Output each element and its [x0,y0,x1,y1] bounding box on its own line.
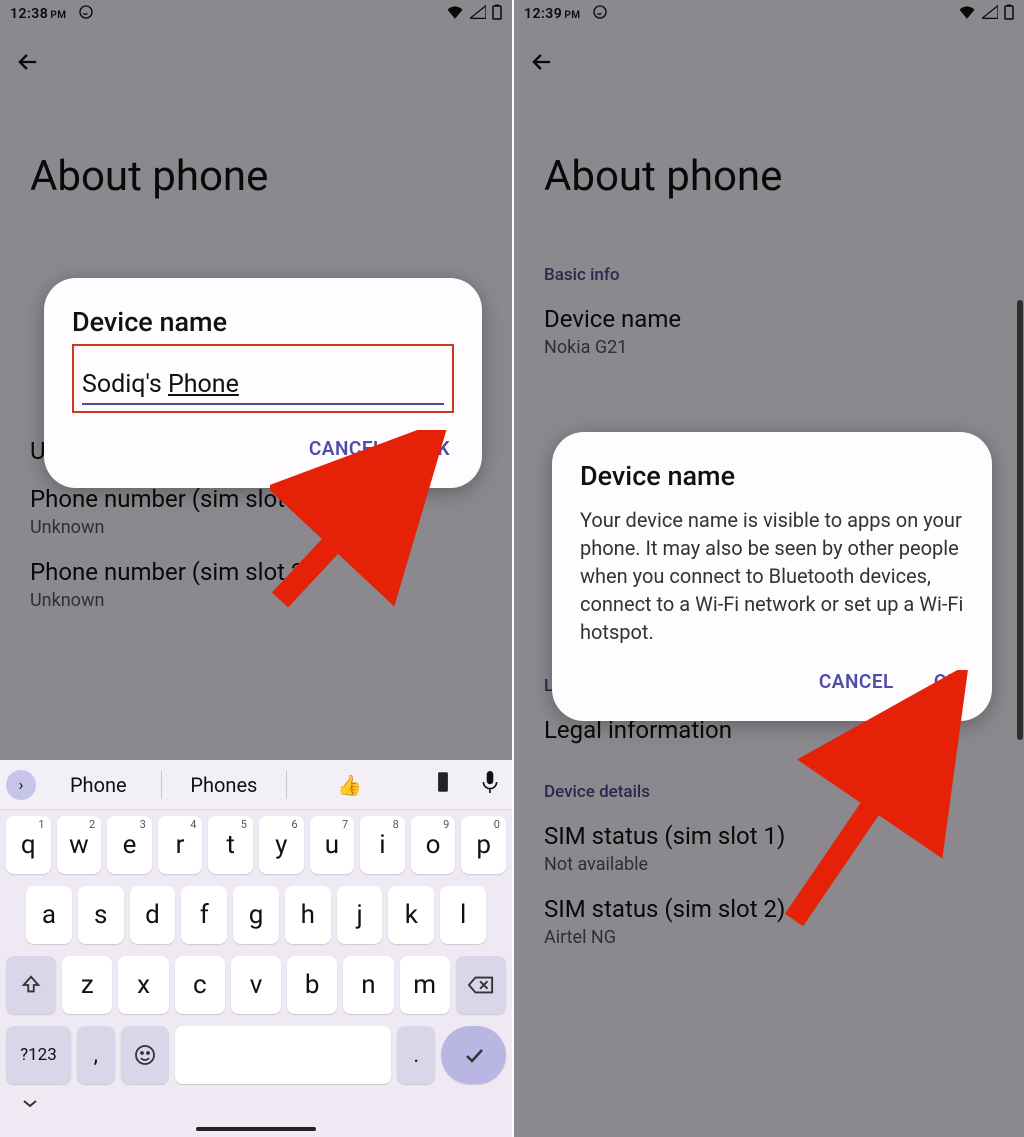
key-a[interactable]: a [26,886,72,944]
key-z[interactable]: z [62,956,112,1014]
microphone-icon[interactable] [474,771,506,799]
key-w[interactable]: w2 [57,816,102,874]
device-name-info-dialog: Device name Your device name is visible … [552,432,992,721]
key-h[interactable]: h [285,886,331,944]
screenshot-left: 12:38PM About phone User Experience Prog… [0,0,512,1137]
device-name-input[interactable]: Sodiq's Phone [80,366,446,409]
screenshot-right: 12:39PM About phone Basic info Device na… [512,0,1024,1137]
key-x[interactable]: x [118,956,168,1014]
key-c[interactable]: c [175,956,225,1014]
key-b[interactable]: b [287,956,337,1014]
key-y[interactable]: y6 [259,816,304,874]
input-value: Sodiq's Phone [82,370,239,399]
dialog-title: Device name [72,306,454,338]
device-name-dialog: Device name Sodiq's Phone CANCEL OK [44,278,482,488]
cancel-button[interactable]: CANCEL [309,437,384,460]
key-l[interactable]: l [440,886,486,944]
suggestion-bar: › Phone Phones 👍 [0,760,512,810]
key-o[interactable]: o9 [411,816,456,874]
numeric-key[interactable]: ?123 [6,1026,71,1084]
period-key[interactable]: . [397,1026,435,1084]
key-e[interactable]: e3 [107,816,152,874]
key-j[interactable]: j [337,886,383,944]
dialog-title: Device name [580,460,964,492]
cancel-button[interactable]: CANCEL [819,670,894,693]
key-t[interactable]: t5 [208,816,253,874]
keyboard-collapse-icon[interactable] [20,1094,40,1113]
chevron-right-icon[interactable]: › [6,770,36,800]
highlight-box: Sodiq's Phone [72,344,454,413]
key-n[interactable]: n [343,956,393,1014]
ok-button[interactable]: OK [424,437,450,460]
key-v[interactable]: v [231,956,281,1014]
ok-button[interactable]: OK [934,670,960,693]
emoji-key[interactable] [121,1026,170,1084]
backspace-key[interactable] [456,956,506,1014]
space-key[interactable] [175,1026,391,1084]
suggestion-emoji[interactable]: 👍 [287,773,412,797]
enter-key[interactable] [441,1026,506,1084]
key-p[interactable]: p0 [461,816,506,874]
suggestion-emoji[interactable] [412,771,474,798]
dialog-message: Your device name is visible to apps on y… [580,506,964,646]
keyboard[interactable]: › Phone Phones 👍 q1w2e3r4t5y6u7i8o9p0 as… [0,760,512,1137]
key-u[interactable]: u7 [310,816,355,874]
shift-key[interactable] [6,956,56,1014]
comma-key[interactable]: , [77,1026,115,1084]
key-k[interactable]: k [388,886,434,944]
key-m[interactable]: m [400,956,450,1014]
suggestion[interactable]: Phone [36,773,161,797]
key-g[interactable]: g [233,886,279,944]
key-i[interactable]: i8 [360,816,405,874]
key-q[interactable]: q1 [6,816,51,874]
key-r[interactable]: r4 [158,816,203,874]
suggestion[interactable]: Phones [162,773,287,797]
key-s[interactable]: s [78,886,124,944]
key-f[interactable]: f [181,886,227,944]
key-d[interactable]: d [130,886,176,944]
nav-handle[interactable] [196,1127,316,1131]
